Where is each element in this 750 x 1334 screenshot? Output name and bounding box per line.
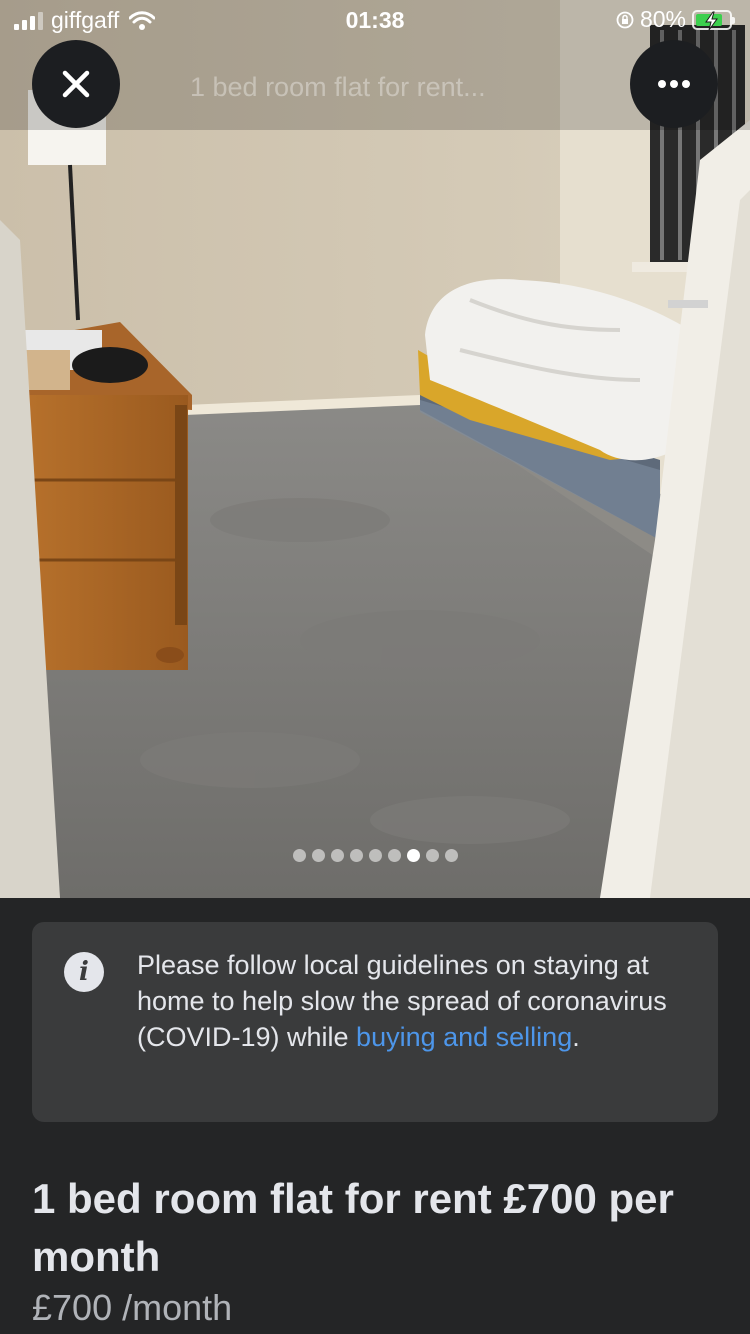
pager-dot[interactable] (444, 849, 458, 862)
pager-dot[interactable] (368, 849, 382, 862)
listing-title: 1 bed room flat for rent £700 per month (32, 1175, 674, 1280)
pager-dot[interactable] (349, 849, 363, 862)
status-right: 80% (616, 6, 735, 33)
pager-dot[interactable] (311, 849, 325, 862)
overlay-title: 1 bed room flat for rent... (190, 72, 486, 102)
battery-percent: 80% (639, 6, 686, 32)
pager-dot[interactable] (425, 849, 439, 862)
charging-bolt-icon (705, 11, 718, 30)
listing-price: £700 /month (32, 1287, 232, 1329)
close-icon (62, 70, 90, 98)
bedroom-photo-image (0, 0, 750, 898)
status-bar: giffgaff 01:38 80% (0, 0, 750, 40)
notice-text: Please follow local guidelines on stayin… (137, 947, 697, 1055)
buying-and-selling-link[interactable]: buying and selling (356, 1022, 572, 1052)
price-unit: /month (112, 1287, 233, 1328)
battery-icon (692, 9, 735, 30)
covid-notice-card: i Please follow local guidelines on stay… (32, 922, 718, 1122)
more-options-button[interactable] (630, 40, 718, 128)
close-button[interactable] (32, 40, 120, 128)
pager-dot[interactable] (330, 849, 344, 862)
pager-dot[interactable] (292, 849, 306, 862)
info-icon: i (64, 952, 104, 992)
rotation-lock-icon (616, 11, 634, 28)
pager-dot[interactable] (387, 849, 401, 862)
notice-end-punct: . (572, 1022, 580, 1052)
price-value: £700 (32, 1287, 113, 1328)
battery-tip (732, 16, 735, 24)
listing-photo[interactable] (0, 0, 750, 898)
more-dots-icon (658, 80, 690, 88)
pager-dot[interactable] (406, 849, 420, 862)
image-pager-dots[interactable] (0, 849, 750, 862)
